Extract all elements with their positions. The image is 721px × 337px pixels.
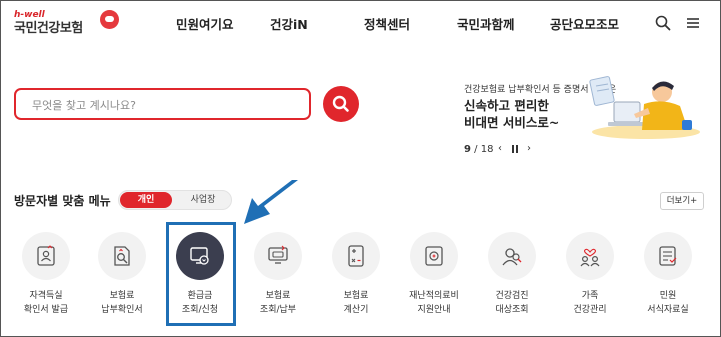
health-check-icon [502, 248, 522, 266]
audience-toggle: 개인 사업장 [118, 190, 232, 210]
medical-support-icon [425, 246, 443, 266]
menu-icon-circle [410, 232, 458, 280]
document-search-icon [114, 246, 130, 266]
toggle-business[interactable]: 사업장 [177, 192, 229, 208]
banner-headline[interactable]: 신속하고 편리한 비대면 서비스로~ [464, 97, 559, 131]
menu-icon-circle [254, 232, 302, 280]
next-icon[interactable]: › [523, 143, 535, 155]
banner-total-pages: 18 [480, 144, 494, 155]
more-button[interactable]: 더보기+ [660, 192, 704, 210]
menu-icon-circle [22, 232, 70, 280]
menu-item-label: 건강검진 대상조회 [495, 291, 529, 315]
menu-icon-circle [566, 232, 614, 280]
monitor-payment-icon [268, 245, 288, 264]
banner-current-page: 9 [464, 144, 471, 155]
hamburger-menu-icon[interactable] [684, 14, 702, 32]
menu-item-label: 보험료 납부확인서 [101, 291, 143, 315]
form-archive-icon [659, 246, 677, 266]
menu-icon-circle [332, 232, 380, 280]
search-button[interactable] [323, 86, 359, 122]
nav-item-health-in[interactable]: 건강iN [270, 14, 308, 33]
banner-headline-line2: 비대면 서비스로~ [464, 115, 560, 130]
pointer-arrow-icon [244, 180, 298, 224]
menu-icon-circle [98, 232, 146, 280]
nav-item-policy-center[interactable]: 정책센터 [364, 14, 410, 33]
menu-item-label: 민원 서식자료실 [647, 291, 689, 315]
nav-item-civil-service[interactable]: 민원여기요 [176, 14, 234, 33]
banner-headline-line1: 신속하고 편리한 [464, 98, 549, 113]
menu-item-label: 가족 건강관리 [573, 291, 607, 315]
nav-item-about[interactable]: 공단요모조모 [550, 14, 619, 33]
search-input[interactable] [32, 96, 292, 114]
logo[interactable]: h-well 국민건강보험 [14, 10, 119, 38]
highlight-box [166, 222, 236, 326]
section-title: 방문자별 맞춤 메뉴 [14, 194, 111, 208]
menu-item-label: 보험료 조회/납부 [259, 291, 297, 315]
menu-item-label: 보험료 계산기 [343, 291, 369, 315]
search-box [14, 88, 311, 120]
menu-item-label: 자격득실 확인서 발급 [23, 291, 69, 315]
pause-icon[interactable] [509, 143, 521, 155]
menu-icon-circle [644, 232, 692, 280]
family-health-icon [580, 248, 600, 267]
logo-name: 국민건강보험 [14, 21, 83, 36]
logo-tagline: h-well [14, 10, 45, 20]
toggle-individual[interactable]: 개인 [120, 192, 172, 208]
search-icon [332, 95, 349, 112]
menu-icon-circle [488, 232, 536, 280]
prev-icon[interactable]: ‹ [494, 143, 506, 155]
banner-illustration [589, 76, 700, 139]
id-card-icon [37, 245, 55, 266]
menu-item-label: 재난적의료비 지원안내 [409, 291, 459, 315]
logo-mark-icon [100, 10, 119, 29]
banner-pager: 9 / 18 [464, 144, 494, 155]
search-icon[interactable] [654, 14, 672, 32]
calculator-icon [348, 245, 364, 267]
page-frame [0, 0, 721, 337]
nav-item-with-public[interactable]: 국민과함께 [457, 14, 515, 33]
